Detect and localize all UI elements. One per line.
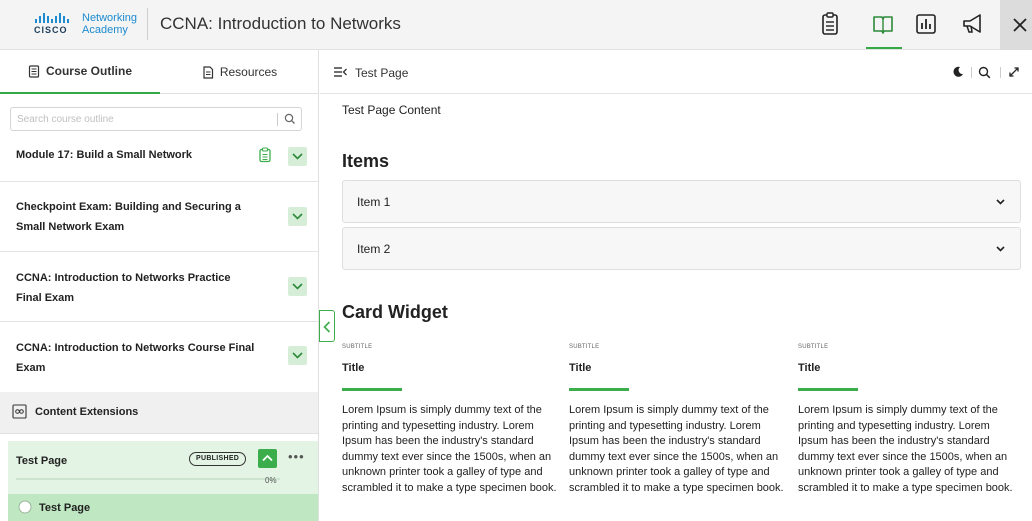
card-body: Lorem Ipsum is simply dummy text of the …	[569, 404, 784, 494]
chevron-down-icon	[996, 246, 1005, 252]
search-input[interactable]	[17, 111, 267, 127]
content-extensions-header[interactable]: Content Extensions	[0, 392, 318, 434]
cisco-academy-logo[interactable]: Networking CISCO Academy	[34, 12, 144, 36]
document-icon	[203, 65, 213, 79]
accordion-item[interactable]: Item 2	[342, 227, 1021, 270]
header-divider	[971, 67, 972, 78]
tab-course-outline-label: Course Outline	[45, 64, 132, 78]
clipboard-icon[interactable]	[818, 11, 844, 37]
card-widget-heading: Card Widget	[342, 302, 448, 322]
menu-collapse-icon[interactable]	[334, 67, 347, 77]
card-body: Lorem Ipsum is simply dummy text of the …	[342, 404, 557, 494]
search-divider	[277, 113, 278, 126]
dark-mode-icon[interactable]	[952, 66, 964, 78]
chevron-down-icon	[292, 153, 303, 160]
expand-button[interactable]	[288, 277, 307, 296]
sub-page-item[interactable]: Test Page	[8, 494, 318, 521]
expand-button[interactable]	[288, 207, 307, 226]
tab-course-outline[interactable]: Course Outline	[0, 50, 160, 94]
card-title: Title	[569, 362, 592, 374]
module-title: Module 17: Build a Small Network	[16, 149, 193, 161]
accordion-item-label: Item 1	[357, 195, 391, 209]
logo-academy-text: Academy	[82, 24, 128, 36]
card-title: Title	[342, 362, 365, 374]
card-subtitle: SUBTITLE	[342, 344, 373, 350]
accordion-item[interactable]: Item 1	[342, 180, 1021, 223]
published-badge: PUBLISHED	[189, 452, 247, 466]
tab-resources-label: Resources	[219, 65, 278, 79]
module-item[interactable]: CCNA: Introduction to Networks Practice …	[0, 252, 318, 322]
page-content-text: Test Page Content	[342, 103, 441, 117]
module-item[interactable]: CCNA: Introduction to Networks Course Fi…	[0, 322, 318, 392]
chevron-down-icon	[292, 283, 303, 290]
module-title: Checkpoint Exam: Building and Securing a…	[16, 201, 241, 233]
card-body: Lorem Ipsum is simply dummy text of the …	[798, 404, 1013, 494]
outline-icon	[28, 64, 40, 78]
cisco-bars-icon	[35, 13, 69, 23]
course-outline-panel: Course Outline Resources Module 17: Buil…	[0, 50, 319, 521]
test-page-title: Test Page	[16, 455, 68, 467]
clipboard-icon	[259, 147, 271, 163]
expand-icon[interactable]	[1008, 66, 1020, 78]
extensions-icon	[12, 404, 27, 419]
close-icon	[1013, 18, 1027, 32]
module-item[interactable]: Checkpoint Exam: Building and Securing a…	[0, 182, 318, 252]
expand-button[interactable]	[288, 147, 307, 166]
app-window: Networking CISCO Academy CCNA: Introduct…	[0, 0, 1032, 521]
logo-networking-text: Networking	[82, 12, 138, 24]
close-button[interactable]	[1000, 0, 1032, 50]
progress-label: 0%	[265, 476, 277, 485]
module-title: CCNA: Introduction to Networks Practice …	[16, 272, 231, 304]
card-subtitle: SUBTITLE	[798, 344, 829, 350]
more-options-icon[interactable]: •••	[288, 449, 305, 464]
main-content: Test Page Test Page Content Items Item 1…	[320, 50, 1032, 521]
items-heading: Items	[342, 151, 390, 171]
progress-circle-icon	[18, 500, 32, 514]
outline-tabs: Course Outline Resources	[0, 50, 318, 94]
book-icon[interactable]	[866, 11, 902, 49]
collapse-button[interactable]	[258, 449, 277, 468]
chevron-up-icon	[262, 454, 273, 462]
content-page-title: Test Page	[355, 66, 409, 80]
card-accent-bar	[569, 388, 629, 391]
content-extensions-label: Content Extensions	[35, 406, 139, 418]
outline-search	[10, 107, 302, 131]
header-divider	[147, 8, 148, 40]
chart-icon[interactable]	[914, 11, 940, 37]
test-page-item[interactable]: Test Page PUBLISHED ••• 0%	[8, 441, 318, 494]
progress-bar	[16, 478, 280, 480]
chevron-down-icon	[292, 352, 303, 359]
card-subtitle: SUBTITLE	[569, 344, 600, 350]
card-title: Title	[798, 362, 821, 374]
megaphone-icon[interactable]	[960, 11, 986, 37]
module-title: CCNA: Introduction to Networks Course Fi…	[16, 342, 255, 374]
logo-cisco-text: CISCO	[34, 25, 68, 35]
chevron-down-icon	[996, 199, 1005, 205]
chevron-down-icon	[292, 213, 303, 220]
expand-button[interactable]	[288, 346, 307, 365]
sub-page-title: Test Page	[39, 502, 91, 514]
tab-resources[interactable]: Resources	[160, 50, 318, 94]
header-divider	[1000, 67, 1001, 78]
content-header: Test Page	[320, 50, 1032, 94]
course-title: CCNA: Introduction to Networks	[160, 14, 401, 33]
search-icon[interactable]	[978, 66, 991, 79]
card-accent-bar	[342, 388, 402, 391]
card-accent-bar	[798, 388, 858, 391]
module-item[interactable]: Module 17: Build a Small Network	[0, 137, 318, 182]
search-icon[interactable]	[284, 113, 296, 125]
accordion-item-label: Item 2	[357, 242, 391, 256]
top-header: Networking CISCO Academy CCNA: Introduct…	[0, 0, 1032, 50]
